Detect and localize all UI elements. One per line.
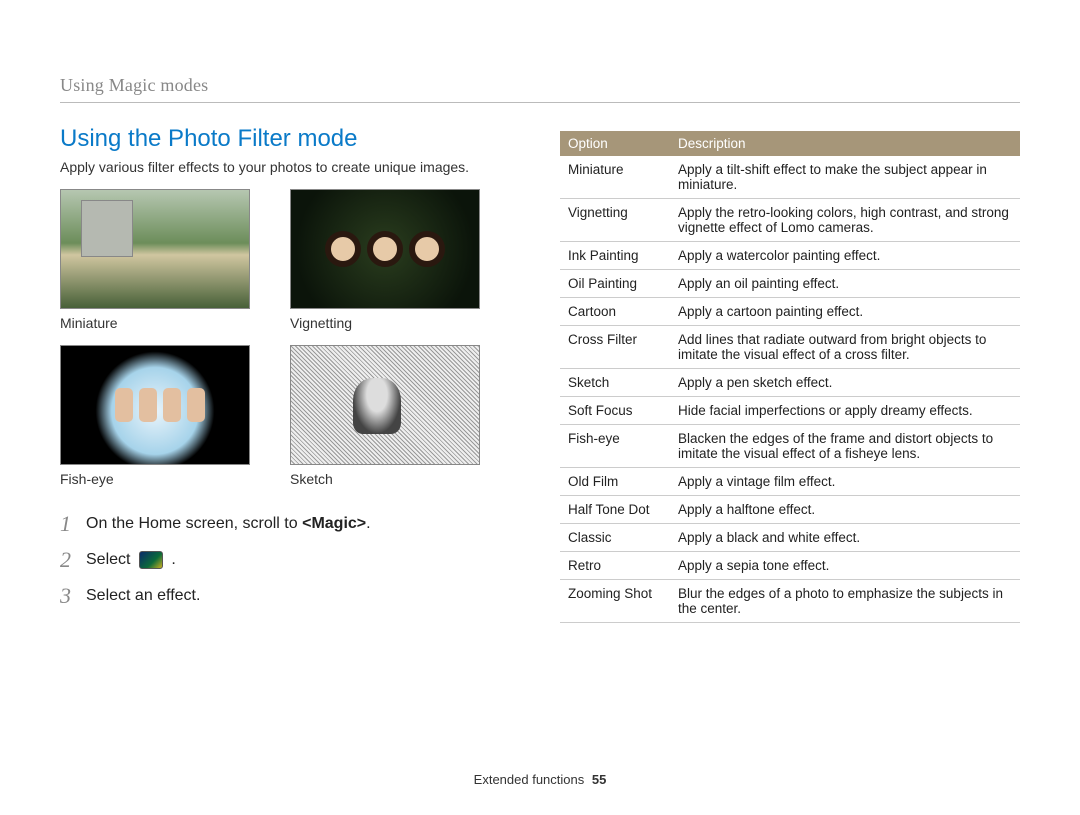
table-row: RetroApply a sepia tone effect. — [560, 552, 1020, 580]
table-row: CartoonApply a cartoon painting effect. — [560, 298, 1020, 326]
intro-text: Apply various filter effects to your pho… — [60, 159, 518, 175]
option-name: Ink Painting — [560, 242, 670, 270]
table-row: Soft FocusHide facial imperfections or a… — [560, 397, 1020, 425]
table-row: Half Tone DotApply a halftone effect. — [560, 496, 1020, 524]
step-number: 2 — [60, 547, 86, 573]
table-row: MiniatureApply a tilt-shift effect to ma… — [560, 156, 1020, 199]
option-name: Oil Painting — [560, 270, 670, 298]
breadcrumb: Using Magic modes — [60, 75, 1020, 96]
options-table: Option Description MiniatureApply a tilt… — [560, 131, 1020, 623]
option-description: Apply a halftone effect. — [670, 496, 1020, 524]
step-text: Select an effect. — [86, 587, 200, 605]
option-name: Classic — [560, 524, 670, 552]
photo-filter-icon — [139, 551, 163, 569]
table-header-option: Option — [560, 131, 670, 156]
option-description: Apply a pen sketch effect. — [670, 369, 1020, 397]
option-name: Fish-eye — [560, 425, 670, 468]
step-text: On the Home screen, scroll to — [86, 515, 302, 532]
option-name: Old Film — [560, 468, 670, 496]
table-row: Old FilmApply a vintage film effect. — [560, 468, 1020, 496]
step-number: 3 — [60, 583, 86, 609]
option-name: Sketch — [560, 369, 670, 397]
option-description: Blur the edges of a photo to emphasize t… — [670, 580, 1020, 623]
option-description: Apply a black and white effect. — [670, 524, 1020, 552]
table-row: ClassicApply a black and white effect. — [560, 524, 1020, 552]
option-description: Apply a cartoon painting effect. — [670, 298, 1020, 326]
option-description: Apply a watercolor painting effect. — [670, 242, 1020, 270]
steps-list: 1 On the Home screen, scroll to <Magic>.… — [60, 511, 518, 609]
step-text: . — [366, 515, 370, 532]
step-2: 2 Select . — [60, 547, 518, 573]
page-footer: Extended functions 55 — [0, 772, 1080, 787]
option-description: Apply the retro-looking colors, high con… — [670, 199, 1020, 242]
thumbnail-fisheye — [60, 345, 250, 465]
table-row: Fish-eyeBlacken the edges of the frame a… — [560, 425, 1020, 468]
table-row: Ink PaintingApply a watercolor painting … — [560, 242, 1020, 270]
thumbnail-label: Vignetting — [290, 315, 480, 331]
thumbnail-sketch — [290, 345, 480, 465]
step-number: 1 — [60, 511, 86, 537]
footer-page-number: 55 — [592, 772, 606, 787]
step-3: 3 Select an effect. — [60, 583, 518, 609]
option-description: Apply an oil painting effect. — [670, 270, 1020, 298]
option-name: Cartoon — [560, 298, 670, 326]
step-1: 1 On the Home screen, scroll to <Magic>. — [60, 511, 518, 537]
table-row: SketchApply a pen sketch effect. — [560, 369, 1020, 397]
step-bold: <Magic> — [302, 515, 366, 532]
option-name: Vignetting — [560, 199, 670, 242]
table-row: Zooming ShotBlur the edges of a photo to… — [560, 580, 1020, 623]
table-row: Cross FilterAdd lines that radiate outwa… — [560, 326, 1020, 369]
option-name: Zooming Shot — [560, 580, 670, 623]
option-description: Add lines that radiate outward from brig… — [670, 326, 1020, 369]
table-row: VignettingApply the retro-looking colors… — [560, 199, 1020, 242]
option-description: Apply a tilt-shift effect to make the su… — [670, 156, 1020, 199]
step-text: . — [171, 551, 175, 568]
step-text: Select — [86, 551, 135, 568]
table-row: Oil PaintingApply an oil painting effect… — [560, 270, 1020, 298]
option-description: Apply a sepia tone effect. — [670, 552, 1020, 580]
option-name: Cross Filter — [560, 326, 670, 369]
option-name: Soft Focus — [560, 397, 670, 425]
option-description: Hide facial imperfections or apply dream… — [670, 397, 1020, 425]
footer-section: Extended functions — [474, 772, 585, 787]
thumbnail-grid: Miniature Vignetting Fish-eye Sket — [60, 189, 518, 487]
divider — [60, 102, 1020, 103]
option-name: Miniature — [560, 156, 670, 199]
thumbnail-label: Miniature — [60, 315, 250, 331]
section-title: Using the Photo Filter mode — [60, 125, 518, 153]
option-name: Retro — [560, 552, 670, 580]
option-description: Apply a vintage film effect. — [670, 468, 1020, 496]
thumbnail-label: Sketch — [290, 471, 480, 487]
thumbnail-vignetting — [290, 189, 480, 309]
thumbnail-label: Fish-eye — [60, 471, 250, 487]
option-name: Half Tone Dot — [560, 496, 670, 524]
option-description: Blacken the edges of the frame and disto… — [670, 425, 1020, 468]
thumbnail-miniature — [60, 189, 250, 309]
table-header-description: Description — [670, 131, 1020, 156]
